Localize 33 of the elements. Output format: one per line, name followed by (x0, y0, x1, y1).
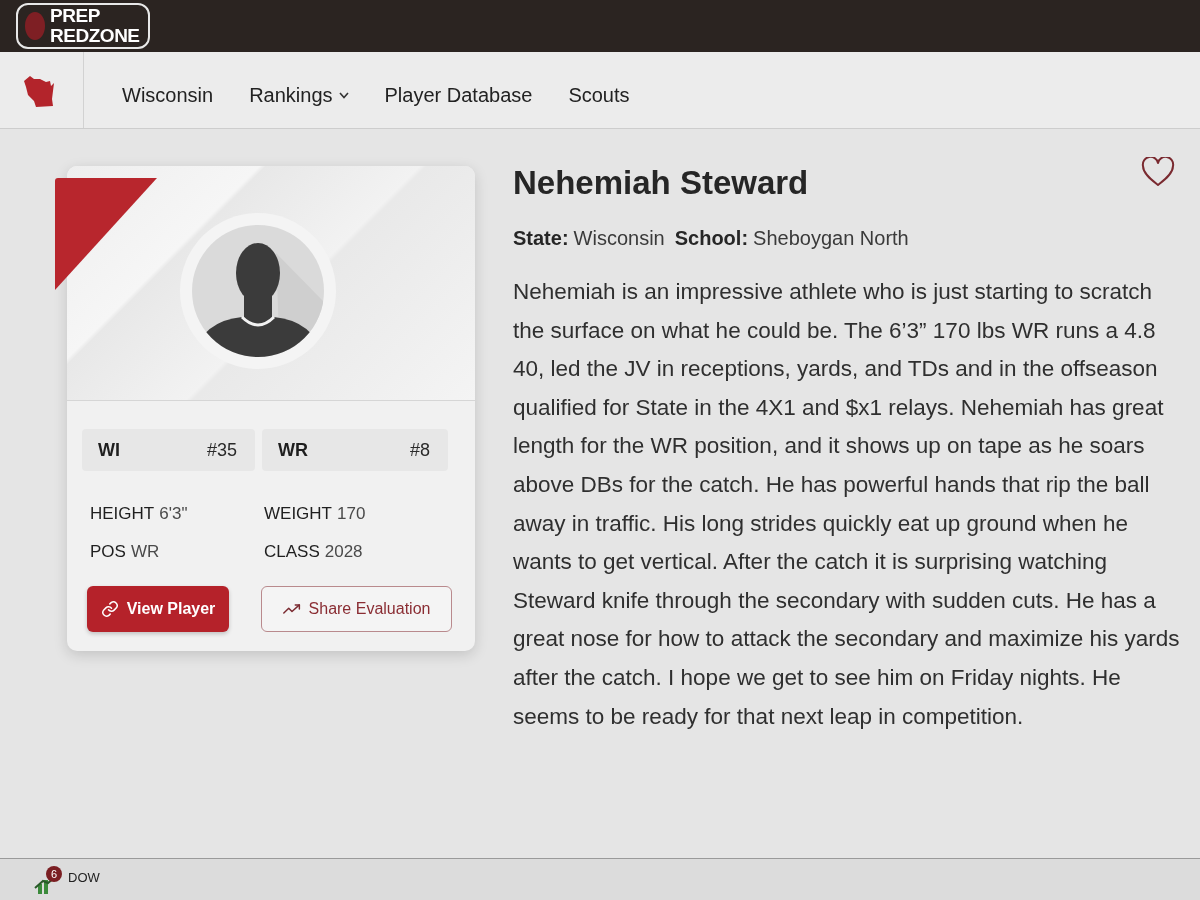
player-name: Nehemiah Steward (513, 163, 809, 203)
logo-text: REDZONE (50, 26, 140, 46)
nav-link[interactable]: Scouts (568, 80, 630, 110)
stat-value: 6'3" (159, 503, 188, 525)
stat-value: 2028 (324, 540, 363, 563)
stat-value: 170 (337, 503, 366, 525)
ranking-label: WI (98, 438, 120, 462)
detail-label: State: (513, 226, 569, 251)
view-player-button[interactable]: View Player (87, 586, 229, 632)
ranking-number: #8 (409, 438, 430, 462)
trend-up-icon (282, 602, 301, 616)
stat-label: WEIGHT (264, 503, 332, 525)
stat-label: POS (90, 540, 126, 563)
notification-count: 6 (46, 865, 62, 882)
stat-label: HEIGHT (90, 503, 155, 525)
nav-link[interactable]: Rankings (249, 80, 349, 110)
nav-link[interactable]: Wisconsin (122, 80, 214, 110)
evaluation-text: Nehemiah is an impressive athlete who is just starting to scratch the surface on what he could be. The 6’3” 170 lbs WR runs a 4.8 40, led the JV in receptions, yards, and TDs and in the offseason qualified for State in the 4X1 and $x1 relays. Nehemiah has great length for the WR position, and it shows up on tape as he soars above DBs for the catch. He has powerful hands that rip the ball away in traffic. His long strides quickly eat up ground when he wants to get vertical. After the catch it is surprising watching Steward knife through the secondary with sudden cuts. He has a great nose for how to attack the secondary and maximize his yards after the catch. I hope we get to see him on Friday nights. He seems to be ready for that next leap in competition. (513, 278, 1181, 731)
ranking-label: WR (278, 438, 308, 462)
logo-text: PREP (50, 6, 101, 26)
ranking-number: #35 (206, 438, 237, 462)
chevron-down-icon (338, 91, 349, 99)
link-icon (100, 600, 119, 618)
detail-value: Sheboygan North (753, 226, 909, 251)
stat-label: CLASS (264, 540, 320, 563)
football-icon (24, 11, 46, 41)
nav-link[interactable]: Player Database (384, 80, 533, 110)
share-evaluation-button[interactable]: Share Evaluation (261, 586, 452, 632)
widget-label: DOW (68, 868, 100, 887)
detail-label: School: (674, 226, 749, 251)
stat-value: WR (130, 540, 160, 563)
detail-value: Wisconsin (573, 226, 665, 251)
heart-icon[interactable] (1141, 157, 1175, 187)
